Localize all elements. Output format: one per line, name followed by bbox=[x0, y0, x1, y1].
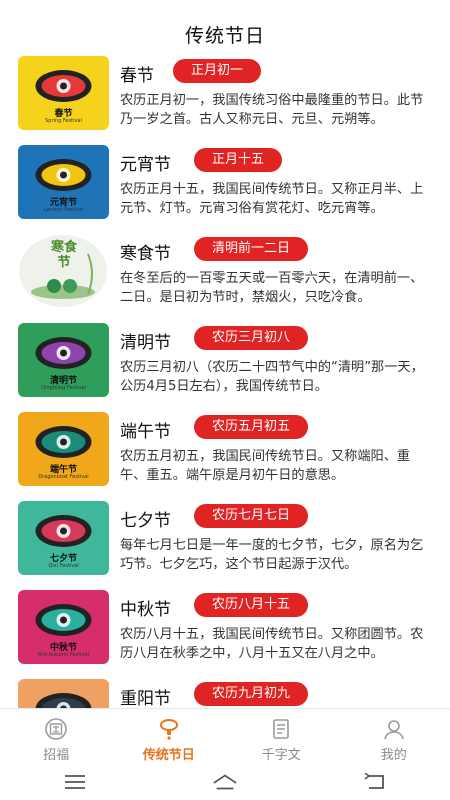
festival-description: 农历正月初一，我国传统习俗中最隆重的节日。此节乃一岁之首。古人又称元日、元旦、元… bbox=[120, 93, 424, 127]
festival-thumbnail: 清明节 Qingming Festival bbox=[18, 323, 109, 397]
festival-date-badge: 正月初一 bbox=[173, 59, 262, 83]
festival-description: 在冬至后的一百零五天或一百零六天，在清明前一、二日。是日初为节时，禁烟火，只吃冷… bbox=[120, 271, 424, 305]
festival-description: 农历五月初五，我国民间传统节日。又称端阳、重午、重五。端午原是月初午日的意思。 bbox=[120, 449, 411, 483]
festival-list[interactable]: 春节 Spring Festival 春节 正月初一农历正月初一，我国传统习俗中最隆重… bbox=[0, 50, 450, 708]
app-header: 传统节日 bbox=[0, 0, 450, 50]
festival-thumbnail: 重阳节 bbox=[18, 679, 109, 708]
festival-item[interactable]: 重阳节重阳节 农历九月初九 bbox=[0, 673, 450, 708]
menu-icon bbox=[65, 775, 85, 789]
festival-item[interactable]: 中秋节 Mid-Autumn Festival 中秋节 农历八月十五农历八月十五，我国… bbox=[0, 584, 450, 673]
festival-name: 清明节 bbox=[120, 333, 171, 353]
thumbnail-title: 寒食节 bbox=[50, 240, 77, 270]
festival-name: 中秋节 bbox=[120, 600, 171, 620]
tab-label: 千字文 bbox=[261, 748, 301, 763]
festival-name: 寒食节 bbox=[120, 244, 171, 264]
festival-description: 农历三月初八（农历二十四节气中的“清明”那一天，公历4月5日左右），我国传统节日… bbox=[120, 360, 424, 394]
festival-icon bbox=[159, 719, 178, 740]
festival-thumbnail: 中秋节 Mid-Autumn Festival bbox=[18, 590, 109, 664]
user-icon bbox=[383, 720, 404, 740]
thumbnail-subtitle: Lantern Festival bbox=[43, 207, 84, 213]
festival-thumbnail: 寒食节 bbox=[18, 234, 109, 308]
festival-item[interactable]: 七夕节 Qixi Festival 七夕节 农历七月七日每年七月七日是一年一度的七夕节… bbox=[0, 495, 450, 584]
festival-thumbnail: 七夕节 Qixi Festival bbox=[18, 501, 109, 575]
festival-item[interactable]: 端午节 Dragonboat Festival 端午节 农历五月初五农历五月初五，我国… bbox=[0, 406, 450, 495]
bottom-tab-bar: 招福 传统节日 千字文 我的 bbox=[0, 708, 450, 765]
festival-description: 每年七月七日是一年一度的七夕节，七夕，原名为乞巧节。七夕乞巧，这个节日起源于汉代… bbox=[120, 538, 424, 572]
tab-festival[interactable]: 传统节日 bbox=[113, 709, 226, 765]
system-nav-bar bbox=[0, 764, 450, 800]
festival-name: 春节 bbox=[120, 66, 154, 86]
festival-date-badge: 农历七月七日 bbox=[194, 504, 309, 528]
festival-thumbnail: 元宵节 Lantern Festival bbox=[18, 145, 109, 219]
thumbnail-subtitle: Spring Festival bbox=[45, 118, 82, 124]
festival-item[interactable]: 元宵节 Lantern Festival 元宵节 正月十五农历正月十五，我国民间传统节… bbox=[0, 139, 450, 228]
tab-fortune[interactable]: 招福 bbox=[0, 709, 113, 765]
festival-date-badge: 农历三月初八 bbox=[194, 326, 309, 350]
home-icon bbox=[213, 774, 237, 790]
festival-thumbnail: 端午节 Dragonboat Festival bbox=[18, 412, 109, 486]
thumbnail-subtitle: Dragonboat Festival bbox=[38, 474, 89, 480]
back-button[interactable] bbox=[362, 772, 388, 792]
back-icon bbox=[364, 773, 384, 789]
tab-label: 传统节日 bbox=[142, 748, 195, 763]
tab-label: 招福 bbox=[43, 748, 70, 763]
festival-date-badge: 农历八月十五 bbox=[194, 593, 309, 617]
festival-thumbnail: 春节 Spring Festival bbox=[18, 56, 109, 130]
page-title: 传统节日 bbox=[184, 24, 265, 47]
festival-date-badge: 清明前一二日 bbox=[194, 237, 309, 261]
book-icon bbox=[273, 719, 290, 739]
festival-name: 端午节 bbox=[120, 422, 171, 442]
festival-date-badge: 正月十五 bbox=[194, 148, 283, 172]
festival-item[interactable]: 春节 Spring Festival 春节 正月初一农历正月初一，我国传统习俗中最隆重… bbox=[0, 50, 450, 139]
thumbnail-subtitle: Mid-Autumn Festival bbox=[38, 652, 89, 658]
menu-button[interactable] bbox=[62, 772, 88, 792]
festival-description: 农历八月十五，我国民间传统节日。又称团圆节。农历八月在秋季之中，八月十五又在八月… bbox=[120, 627, 424, 661]
home-button[interactable] bbox=[212, 772, 238, 792]
festival-date-badge: 农历九月初九 bbox=[194, 682, 309, 706]
festival-description: 农历正月十五，我国民间传统节日。又称正月半、上元节、灯节。元宵习俗有赏花灯、吃元… bbox=[120, 182, 424, 216]
festival-item[interactable]: 寒食节 寒食节 清明前一二日在冬至后的一百零五天或一百零六天，在清明前一、二日。是日… bbox=[0, 228, 450, 317]
tab-label: 我的 bbox=[380, 748, 407, 763]
thumbnail-subtitle: Qingming Festival bbox=[41, 385, 86, 391]
thumbnail-subtitle: Qixi Festival bbox=[48, 563, 79, 569]
tab-book[interactable]: 千字文 bbox=[225, 709, 338, 765]
festival-name: 元宵节 bbox=[120, 155, 171, 175]
festival-item[interactable]: 清明节 Qingming Festival 清明节 农历三月初八农历三月初八（农历二十… bbox=[0, 317, 450, 406]
fortune-icon bbox=[45, 718, 68, 740]
festival-name: 重阳节 bbox=[120, 689, 171, 708]
festival-name: 七夕节 bbox=[120, 511, 171, 531]
tab-mine[interactable]: 我的 bbox=[338, 709, 450, 765]
festival-date-badge: 农历五月初五 bbox=[194, 415, 309, 439]
